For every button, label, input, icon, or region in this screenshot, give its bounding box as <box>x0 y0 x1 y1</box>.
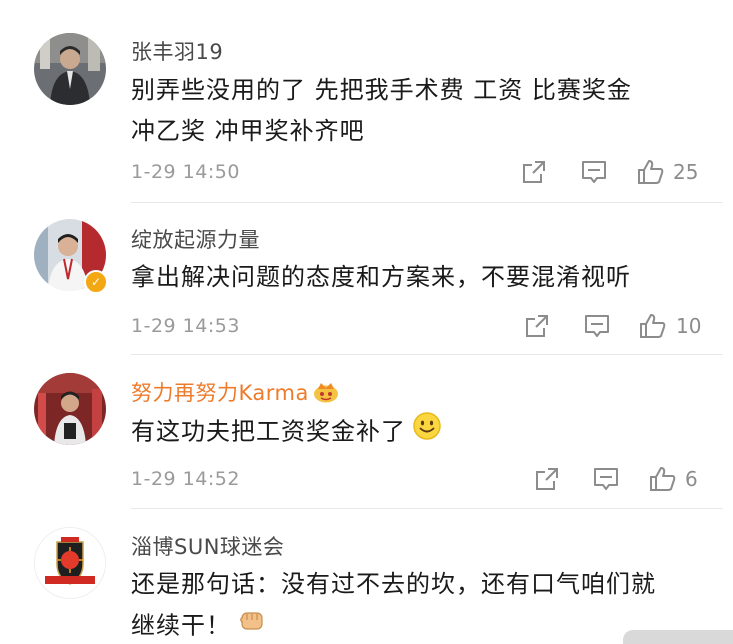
comment-text: 还是那句话：没有过不去的坎，还有口气咱们就 继续干！ <box>131 564 711 644</box>
share-icon <box>536 468 558 490</box>
username[interactable]: 张丰羽19 <box>131 36 223 66</box>
comment-button[interactable] <box>580 159 608 185</box>
comment-meta: 1-29 14:52 6 <box>131 464 711 494</box>
share-button[interactable] <box>534 466 560 492</box>
comment-meta: 1-29 14:53 10 <box>131 311 711 341</box>
share-button[interactable] <box>524 313 550 339</box>
like-icon <box>638 160 664 184</box>
avatar[interactable] <box>34 373 106 445</box>
timestamp: 1-29 14:50 <box>131 161 240 183</box>
comment-icon <box>594 468 618 490</box>
comment-text-span: 有这功夫把工资奖金补了 <box>131 417 406 446</box>
share-icon <box>523 161 545 183</box>
comment-feed: 张丰羽19 别弄些没用的了 先把我手术费 工资 比赛奖金 冲乙奖 冲甲奖补齐吧 … <box>0 0 733 644</box>
username[interactable]: 绽放起源力量 <box>131 224 260 254</box>
comment-text-line: 还是那句话：没有过不去的坎，还有口气咱们就 <box>131 570 656 598</box>
divider <box>131 508 723 509</box>
comment-text-line: 拿出解决问题的态度和方案来，不要混淆视听 <box>131 263 631 291</box>
like-button[interactable] <box>649 466 677 492</box>
avatar[interactable] <box>34 527 106 599</box>
verified-badge-icon: ✓ <box>84 270 108 294</box>
floating-bar-edge <box>623 630 733 644</box>
like-count: 25 <box>673 160 699 184</box>
share-icon <box>526 315 548 337</box>
comment-button[interactable] <box>583 313 611 339</box>
share-button[interactable] <box>521 159 547 185</box>
like-button[interactable] <box>637 159 665 185</box>
comment-text: 有这功夫把工资奖金补了 <box>131 411 711 454</box>
comment-meta: 1-29 14:50 25 <box>131 157 711 187</box>
comment-text-line: 别弄些没用的了 先把我手术费 工资 比赛奖金 <box>131 76 632 104</box>
comment-text-line: 冲乙奖 冲甲奖补齐吧 <box>131 117 365 145</box>
username[interactable]: 淄博SUN球迷会 <box>131 531 284 561</box>
like-icon <box>650 467 676 491</box>
like-count: 6 <box>685 467 698 491</box>
comment-button[interactable] <box>592 466 620 492</box>
divider <box>131 202 723 203</box>
comment-text-line: 有这功夫把工资奖金补了 <box>131 411 711 454</box>
comment-text: 别弄些没用的了 先把我手术费 工资 比赛奖金 冲乙奖 冲甲奖补齐吧 <box>131 70 711 152</box>
username-text: 努力再努力Karma <box>131 381 309 405</box>
username[interactable]: 努力再努力Karma <box>131 377 339 408</box>
timestamp: 1-29 14:53 <box>131 315 240 337</box>
avatar[interactable] <box>34 33 106 105</box>
timestamp: 1-29 14:52 <box>131 468 240 490</box>
like-button[interactable] <box>639 313 667 339</box>
comment-icon <box>582 161 606 183</box>
fist-emoji <box>237 605 267 644</box>
like-icon <box>640 314 666 338</box>
smile-emoji <box>412 411 442 454</box>
comment-icon <box>585 315 609 337</box>
vip-crown-icon <box>313 381 339 408</box>
comment-text-span: 继续干！ <box>131 611 231 640</box>
like-count: 10 <box>676 314 702 338</box>
divider <box>131 354 723 355</box>
comment-text: 拿出解决问题的态度和方案来，不要混淆视听 <box>131 257 711 298</box>
